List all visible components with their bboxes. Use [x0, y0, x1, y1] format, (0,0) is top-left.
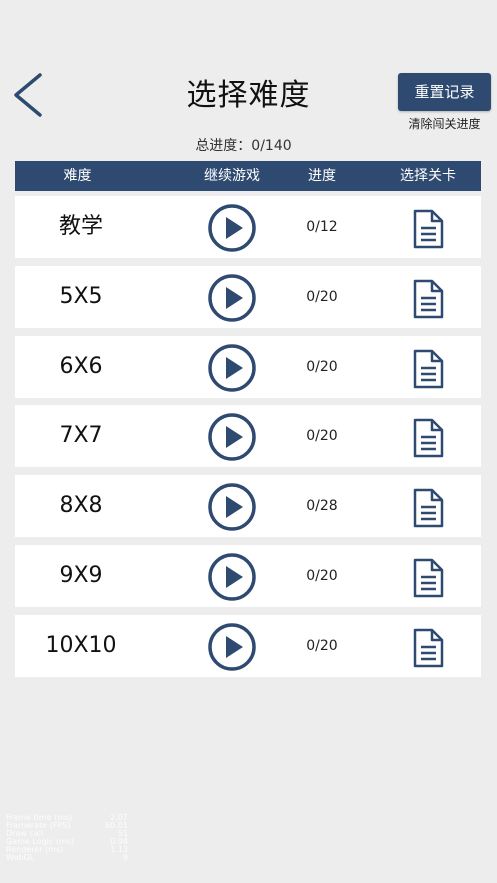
select-level-button[interactable] [410, 349, 446, 389]
play-circle-icon [208, 204, 256, 252]
continue-game-button[interactable] [207, 552, 257, 602]
play-circle-icon [208, 344, 256, 392]
document-icon [413, 418, 444, 458]
debug-stat-value: 9 [122, 853, 128, 862]
continue-game-button[interactable] [207, 203, 257, 253]
table-row: 6X6 0/20 [15, 336, 481, 398]
continue-game-button[interactable] [207, 343, 257, 393]
table-row: 教学 0/12 [15, 196, 481, 258]
document-icon [413, 628, 444, 668]
play-circle-icon [208, 413, 256, 461]
play-circle-icon [208, 553, 256, 601]
difficulty-name: 教学 [58, 214, 103, 239]
continue-game-button[interactable] [207, 482, 257, 532]
select-level-button[interactable] [410, 209, 446, 249]
select-level-button[interactable] [410, 418, 446, 458]
difficulty-name: 9X9 [59, 563, 103, 588]
continue-game-button[interactable] [207, 273, 257, 323]
document-icon [413, 558, 444, 598]
total-progress: 总进度：0/140 [195, 138, 292, 154]
debug-stat-label: WebGL [6, 853, 35, 862]
document-icon [413, 209, 444, 249]
table-row: 5X5 0/20 [15, 266, 481, 328]
difficulty-name: 10X10 [45, 633, 117, 658]
select-level-button[interactable] [410, 488, 446, 528]
level-progress: 0/20 [306, 289, 338, 305]
debug-stat: WebGL 9 [6, 854, 128, 862]
difficulty-screen: 选择难度 重置记录 清除闯关进度 总进度：0/140 难度 继续游戏 进度 选择… [0, 0, 497, 883]
level-progress: 0/20 [306, 359, 338, 375]
difficulty-name: 5X5 [59, 284, 103, 309]
reset-note: 清除闯关进度 [408, 117, 481, 131]
table-row: 7X7 0/20 [15, 405, 481, 467]
table-row: 8X8 0/28 [15, 475, 481, 537]
level-progress: 0/28 [306, 498, 338, 514]
select-level-button[interactable] [410, 279, 446, 319]
debug-stats: Frame time (ms) 2.07 Framerate (FPS) 60.01 D… [6, 814, 128, 862]
continue-game-button[interactable] [207, 622, 257, 672]
play-circle-icon [208, 274, 256, 322]
select-level-button[interactable] [410, 628, 446, 668]
column-header-select-level: 选择关卡 [400, 168, 456, 184]
table-row: 9X9 0/20 [15, 545, 481, 607]
continue-game-button[interactable] [207, 412, 257, 462]
play-circle-icon [208, 623, 256, 671]
table-row: 10X10 0/20 [15, 615, 481, 677]
document-icon [413, 488, 444, 528]
document-icon [413, 349, 444, 389]
level-progress: 0/20 [306, 568, 338, 584]
level-progress: 0/20 [306, 428, 338, 444]
play-circle-icon [208, 483, 256, 531]
table-header: 难度 继续游戏 进度 选择关卡 [15, 161, 481, 191]
reset-record-button[interactable]: 重置记录 [398, 73, 491, 111]
document-icon [413, 279, 444, 319]
difficulty-name: 8X8 [59, 493, 103, 518]
column-header-continue: 继续游戏 [204, 168, 260, 184]
difficulty-name: 7X7 [59, 423, 103, 448]
select-level-button[interactable] [410, 558, 446, 598]
difficulty-name: 6X6 [59, 354, 103, 379]
level-progress: 0/12 [306, 219, 338, 235]
level-progress: 0/20 [306, 638, 338, 654]
column-header-difficulty: 难度 [63, 168, 92, 184]
column-header-progress: 进度 [308, 168, 336, 184]
